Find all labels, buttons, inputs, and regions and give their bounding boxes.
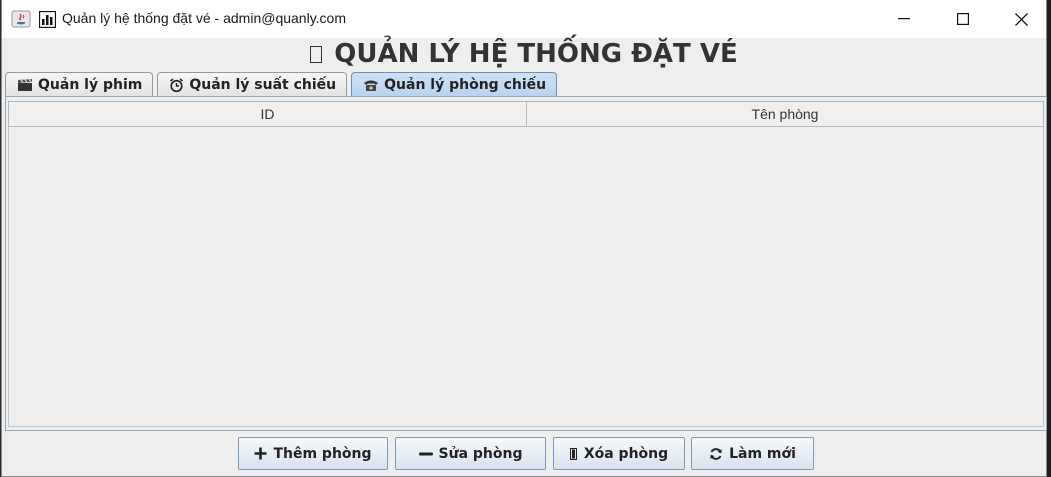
rooms-panel: ID Tên phòng [5, 96, 1047, 431]
minus-icon [418, 452, 433, 455]
table-header: ID Tên phòng [8, 101, 1044, 127]
refresh-label: Làm mới [729, 445, 796, 462]
tab-showtimes[interactable]: Quản lý suất chiếu [157, 72, 348, 97]
title-bar: Quản lý hệ thống đặt vé - admin@quanly.c… [2, 0, 1046, 38]
close-button[interactable] [996, 0, 1046, 38]
missing-glyph-icon [310, 46, 323, 63]
edit-room-label: Sửa phòng [438, 445, 523, 462]
edit-room-button[interactable]: Sửa phòng [395, 437, 546, 470]
window-title: Quản lý hệ thống đặt vé - admin@quanly.c… [62, 10, 346, 26]
maximize-button[interactable] [938, 0, 988, 38]
add-room-button[interactable]: Thêm phòng [238, 437, 388, 470]
tab-bar: Quản lý phim Quản lý suất chiếu Quản lý … [5, 72, 561, 97]
tab-movies-label: Quản lý phim [38, 77, 143, 93]
rooms-table-body[interactable] [8, 127, 1044, 427]
refresh-button[interactable]: Làm mới [691, 437, 814, 470]
desktop-background-strip [1047, 0, 1051, 477]
maximize-icon [957, 13, 969, 25]
trash-icon [569, 447, 577, 460]
column-header-id[interactable]: ID [8, 101, 527, 127]
page-title-text: QUẢN LÝ HỆ THỐNG ĐẶT VÉ [334, 39, 738, 69]
minimize-icon [898, 18, 910, 20]
add-room-label: Thêm phòng [273, 445, 372, 462]
refresh-icon [710, 447, 722, 460]
action-bar: Thêm phòng Sửa phòng Xóa phòng Làm mới [238, 437, 814, 470]
alarm-clock-icon [170, 77, 184, 92]
chart-icon [38, 10, 57, 29]
plus-icon [254, 447, 267, 460]
tab-showtimes-label: Quản lý suất chiếu [189, 77, 337, 93]
delete-room-label: Xóa phòng [583, 445, 669, 462]
column-header-room-name[interactable]: Tên phòng [527, 101, 1044, 127]
java-app-icon [11, 10, 31, 28]
close-icon [1014, 12, 1028, 26]
tab-rooms-label: Quản lý phòng chiếu [384, 77, 547, 93]
page-title: QUẢN LÝ HỆ THỐNG ĐẶT VÉ [2, 36, 1046, 72]
telephone-icon [364, 80, 379, 91]
minimize-button[interactable] [879, 0, 929, 38]
tab-movies[interactable]: Quản lý phim [5, 72, 154, 97]
tab-rooms[interactable]: Quản lý phòng chiếu [351, 72, 558, 97]
clapperboard-icon [18, 78, 32, 91]
app-window: Quản lý hệ thống đặt vé - admin@quanly.c… [1, 0, 1047, 477]
delete-room-button[interactable]: Xóa phòng [553, 437, 685, 470]
